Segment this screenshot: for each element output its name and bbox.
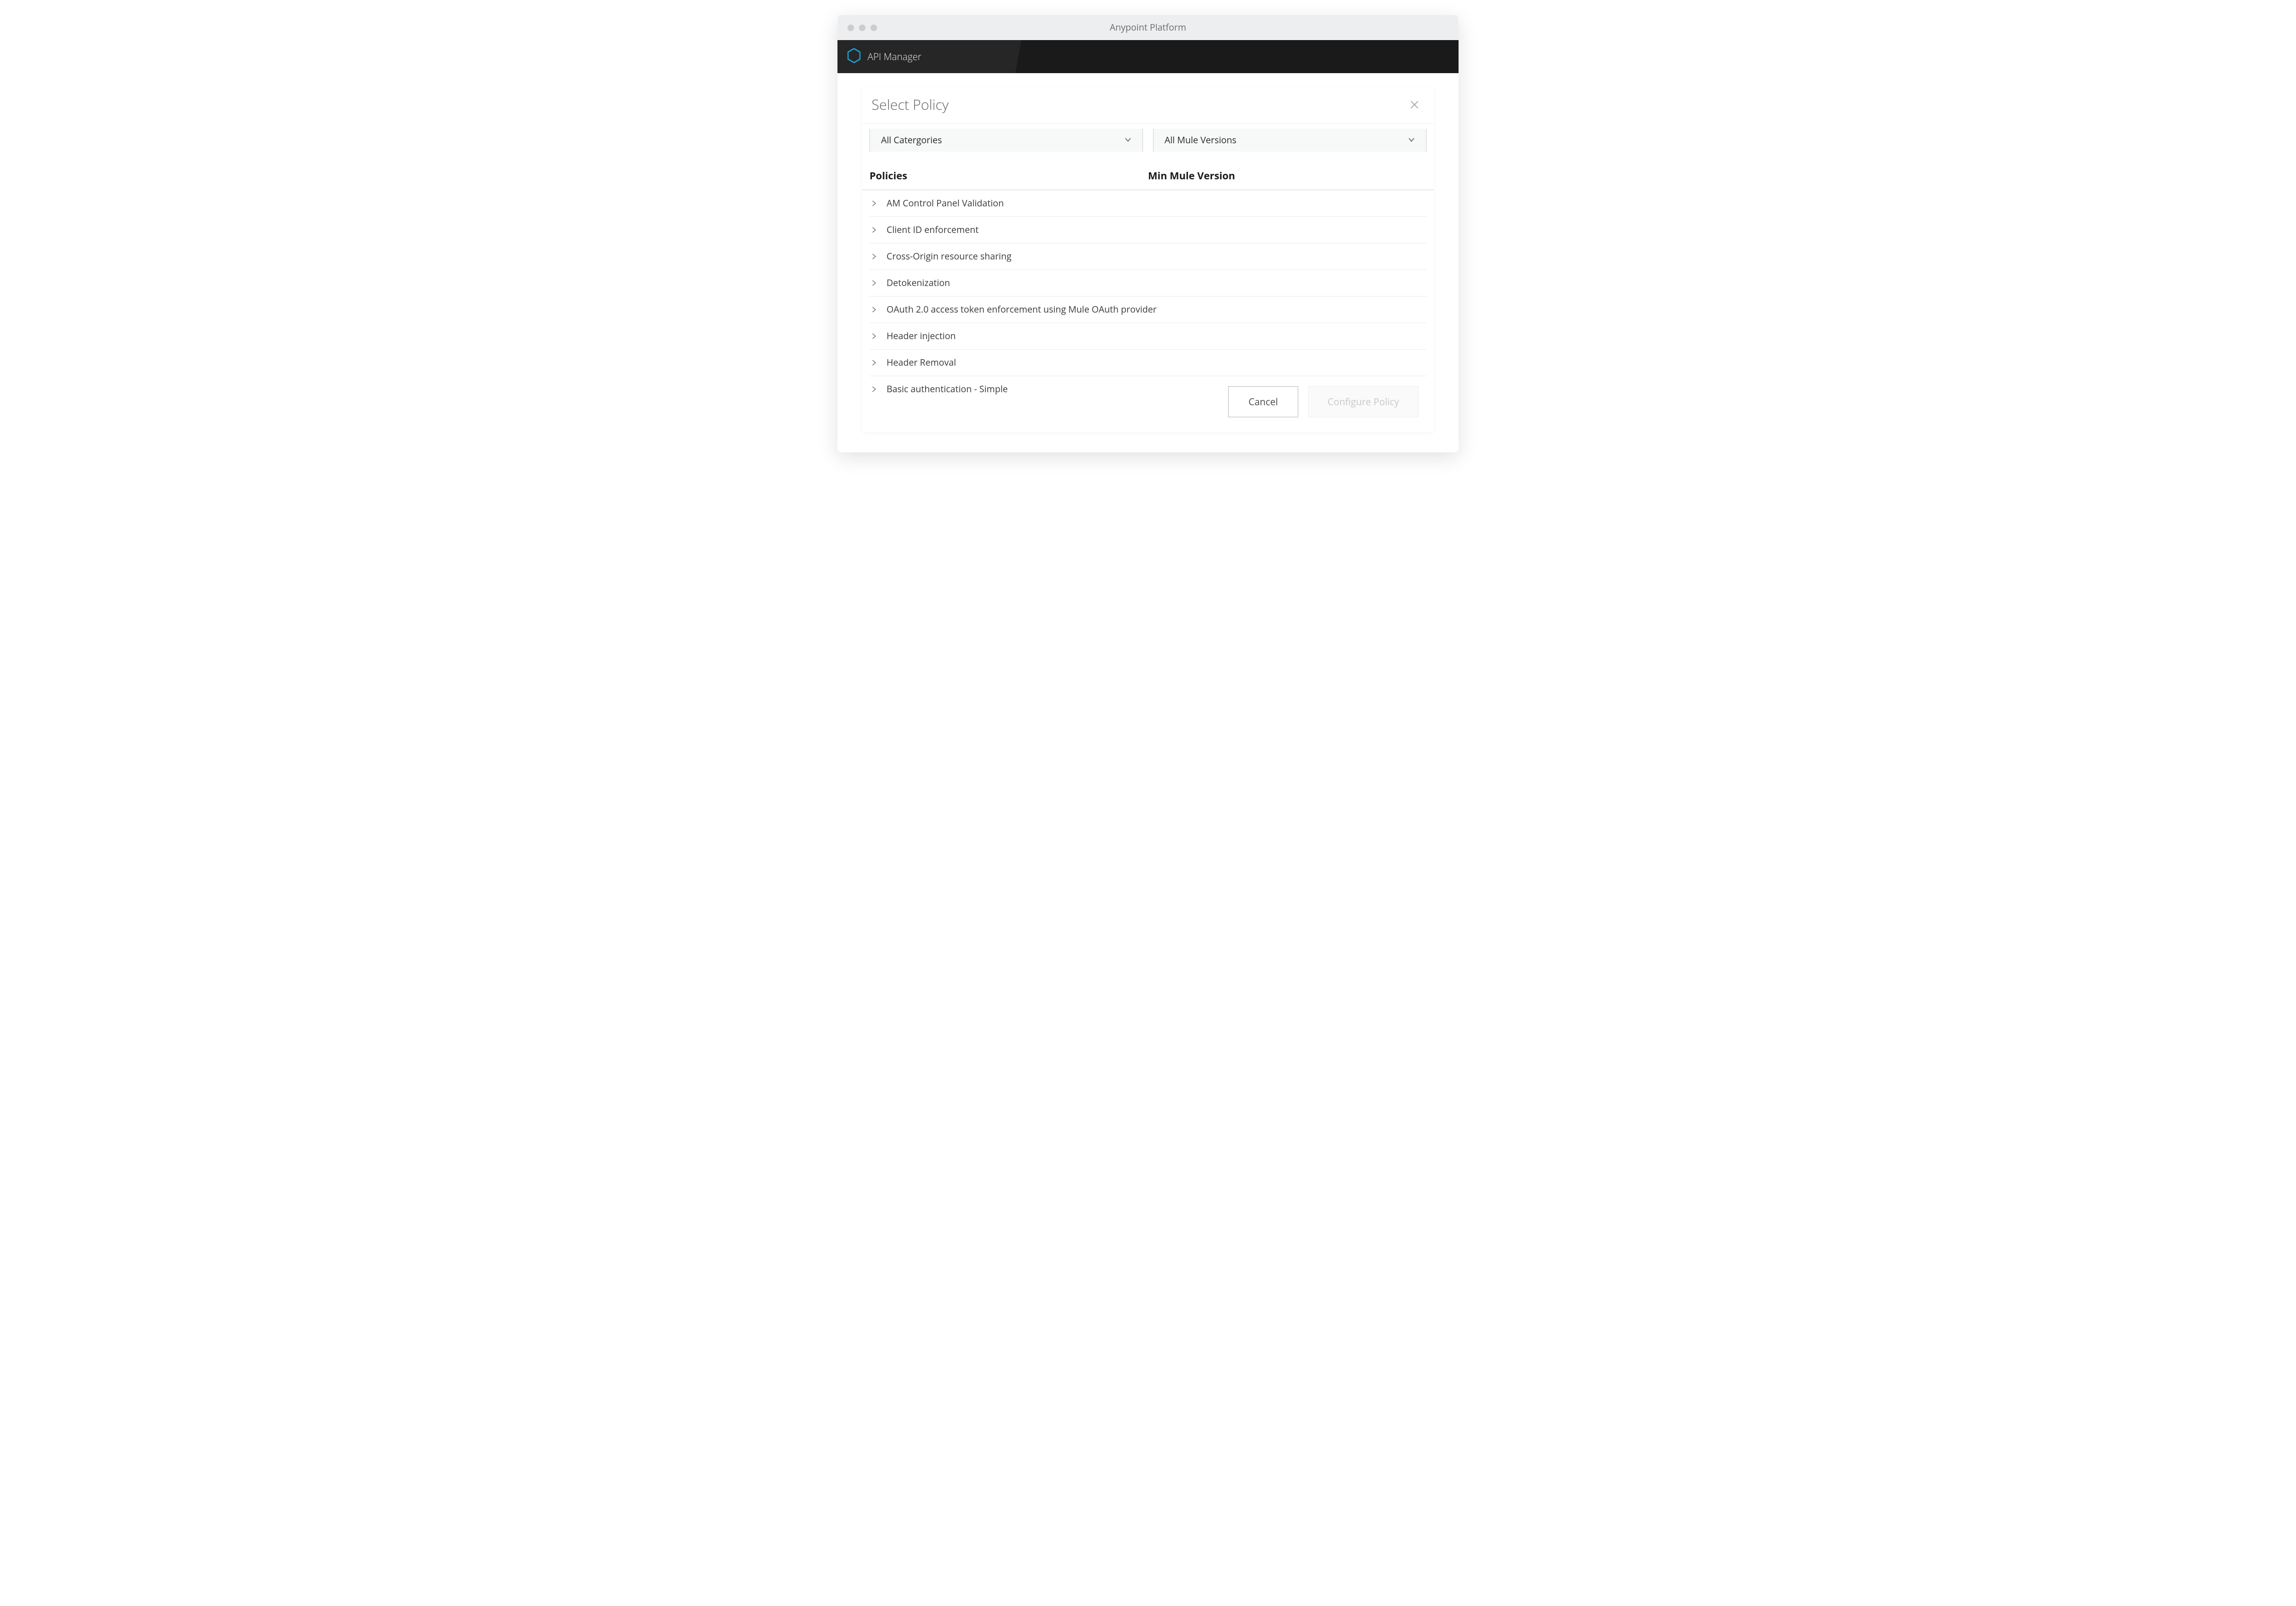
policy-label: Client ID enforcement [887,224,979,236]
policy-label: Header injection [887,330,956,342]
category-select-value: All Catergories [881,134,942,146]
window-title: Anypoint Platform [837,22,1459,34]
policy-row[interactable]: AM Control Panel Validation [870,190,1426,217]
chevron-right-icon [872,386,887,392]
app-header: API Manager [837,40,1459,73]
chevron-right-icon [872,360,887,366]
policy-list: AM Control Panel Validation Client ID en… [863,190,1433,402]
chevron-right-icon [872,307,887,313]
chevron-right-icon [872,227,887,233]
column-min-mule-version: Min Mule Version [1148,169,1426,182]
select-policy-panel: Select Policy All Catergories All Mule V… [863,87,1433,432]
policy-row[interactable]: Client ID enforcement [870,217,1426,243]
policy-row[interactable]: OAuth 2.0 access token enforcement using… [870,297,1426,323]
configure-policy-button: Configure Policy [1308,386,1418,417]
policy-row[interactable]: Cross-Origin resource sharing [870,243,1426,270]
configure-policy-button-label: Configure Policy [1328,395,1399,408]
policy-row[interactable]: Header injection [870,323,1426,350]
mule-version-select[interactable]: All Mule Versions [1153,129,1426,152]
cancel-button[interactable]: Cancel [1228,386,1298,417]
category-select[interactable]: All Catergories [870,129,1143,152]
policy-label: Header Removal [887,357,956,369]
content-area: Select Policy All Catergories All Mule V… [837,73,1459,452]
window-minimize-dot[interactable] [859,25,866,31]
window-maximize-dot[interactable] [871,25,877,31]
app-header-title: API Manager [868,50,922,63]
policy-label: OAuth 2.0 access token enforcement using… [887,304,1157,316]
app-window: Anypoint Platform API Manager Select Pol… [837,15,1459,452]
policy-row[interactable]: Header Removal [870,350,1426,376]
chevron-right-icon [872,280,887,286]
policy-row[interactable]: Detokenization [870,270,1426,297]
mule-version-select-value: All Mule Versions [1165,134,1236,146]
policy-label: AM Control Panel Validation [887,197,1004,209]
window-controls [837,25,877,31]
filters-row: All Catergories All Mule Versions [863,124,1433,157]
policy-label: Cross-Origin resource sharing [887,250,1011,262]
cancel-button-label: Cancel [1249,395,1278,408]
chevron-down-icon [1124,134,1131,146]
chevron-right-icon [872,200,887,206]
panel-title: Select Policy [872,95,949,114]
mulesoft-logo-icon [847,48,860,66]
panel-header: Select Policy [863,87,1433,124]
chevron-right-icon [872,333,887,339]
window-titlebar: Anypoint Platform [837,15,1459,40]
column-policies: Policies [870,169,1148,182]
policy-label: Basic authentication - Simple [887,383,1008,395]
chevron-right-icon [872,253,887,259]
table-header: Policies Min Mule Version [863,157,1433,190]
close-icon[interactable] [1409,100,1419,110]
window-close-dot[interactable] [847,25,854,31]
chevron-down-icon [1408,134,1415,146]
policy-label: Detokenization [887,277,950,289]
